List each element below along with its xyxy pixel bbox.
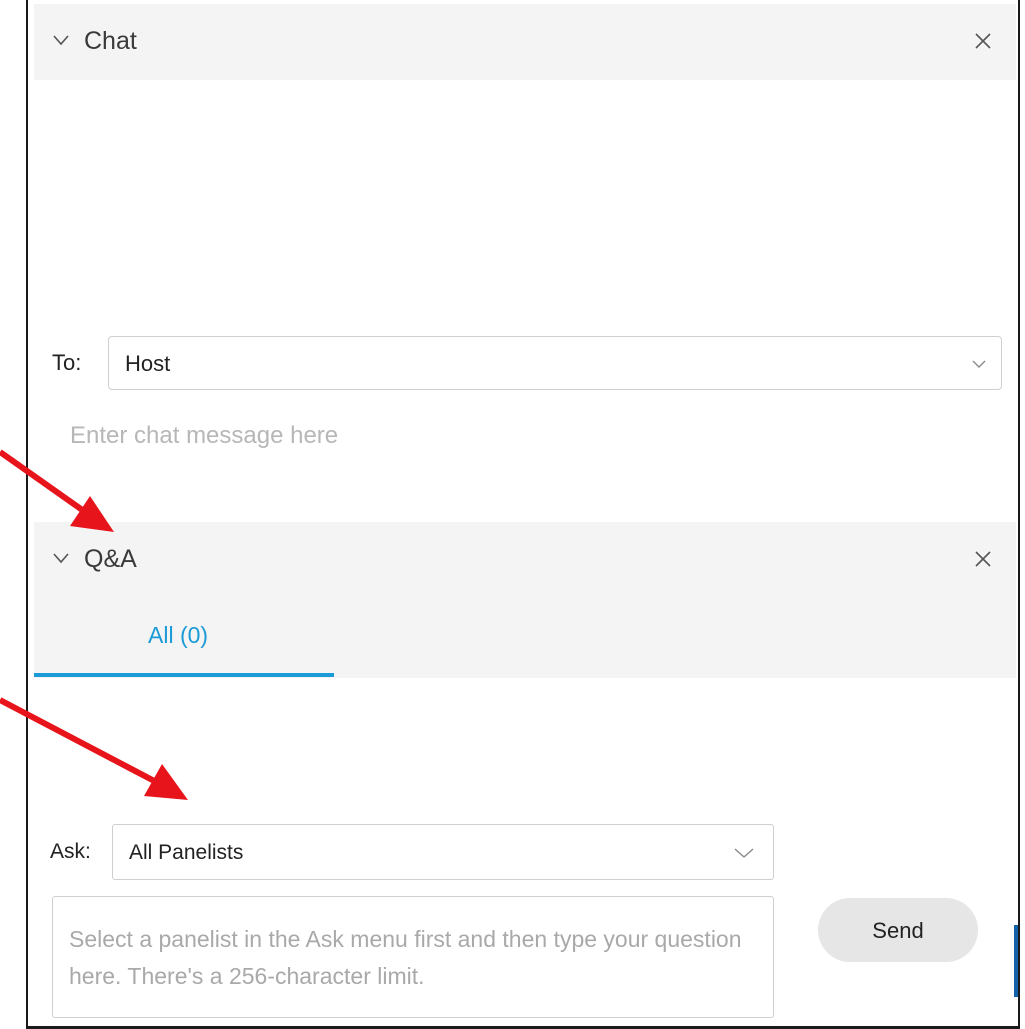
chat-panel-title: Chat	[84, 27, 137, 55]
chevron-down-icon[interactable]	[52, 34, 70, 46]
annotation-arrow-lower	[0, 697, 188, 800]
chat-message-input[interactable]: Enter chat message here	[70, 422, 1000, 458]
close-icon[interactable]	[974, 32, 992, 50]
window-frame-right	[1018, 0, 1020, 1029]
chevron-down-icon	[972, 360, 986, 368]
send-button-label: Send	[872, 918, 924, 943]
webinar-side-panel: Chat To: Host Enter chat message here Q&…	[0, 0, 1025, 1029]
tab-all-label: All (0)	[148, 622, 209, 648]
active-tab-indicator	[34, 673, 334, 677]
chevron-down-icon[interactable]	[52, 552, 70, 564]
scrollbar-accent[interactable]	[1014, 925, 1018, 997]
to-recipient-select[interactable]: Host	[108, 336, 1002, 390]
qa-panel-header[interactable]: Q&A	[34, 522, 1016, 598]
ask-label: Ask:	[50, 840, 91, 863]
question-placeholder: Select a panelist in the Ask menu first …	[69, 926, 742, 989]
qa-tab-bar: All (0)	[34, 598, 1016, 678]
chat-panel-header[interactable]: Chat	[34, 4, 1016, 80]
annotation-arrow-upper	[0, 449, 114, 532]
window-frame-left	[26, 0, 28, 1029]
qa-panel-title: Q&A	[84, 545, 137, 573]
ask-panelist-value: All Panelists	[129, 841, 244, 864]
chevron-down-icon	[734, 848, 754, 858]
close-icon[interactable]	[974, 550, 992, 568]
tab-all[interactable]: All (0)	[34, 598, 334, 678]
ask-panelist-select[interactable]: All Panelists	[112, 824, 774, 880]
to-recipient-value: Host	[125, 351, 171, 376]
to-label: To:	[52, 350, 82, 375]
send-button[interactable]: Send	[818, 898, 978, 962]
question-input[interactable]: Select a panelist in the Ask menu first …	[52, 896, 774, 1018]
